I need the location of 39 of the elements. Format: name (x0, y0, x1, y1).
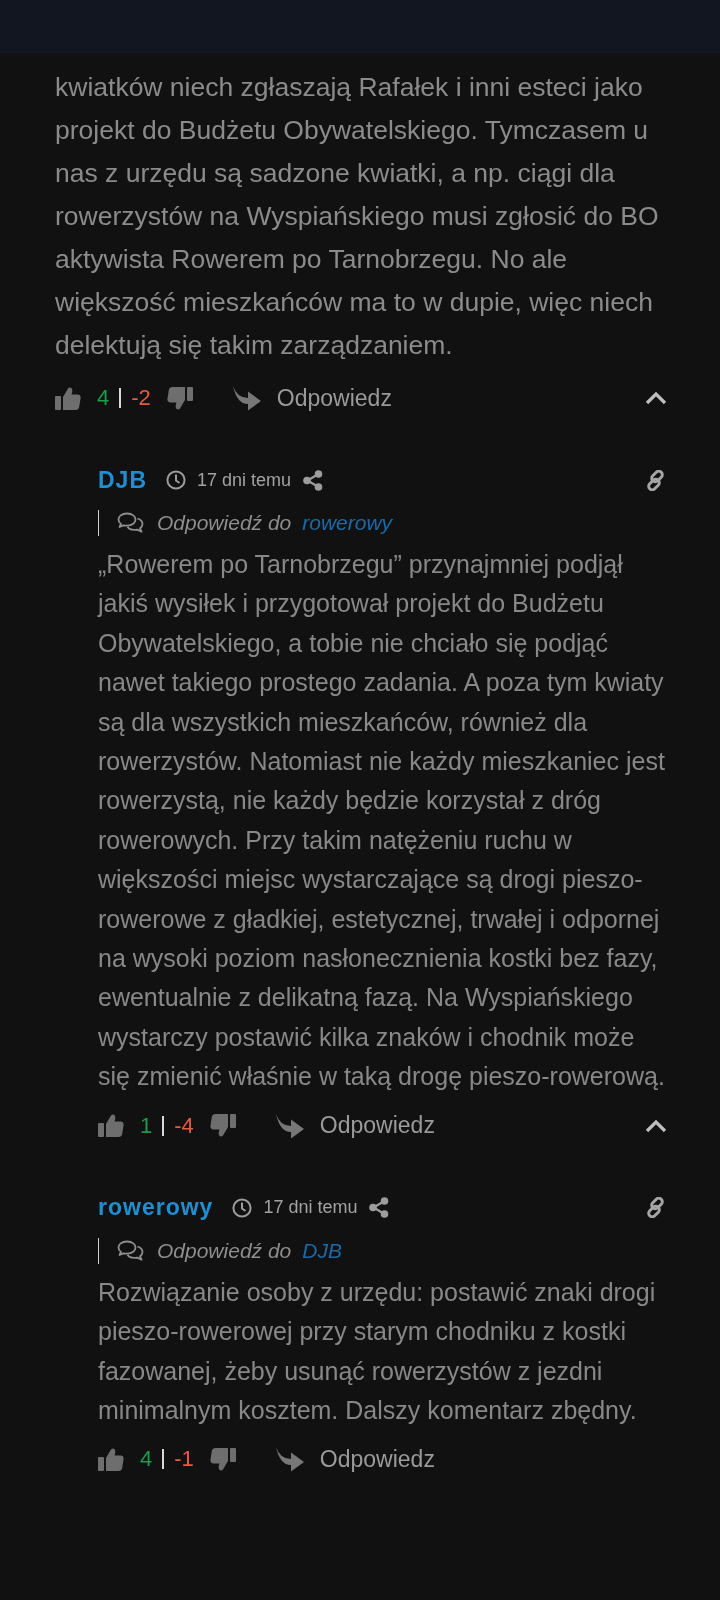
thumbs-down-icon[interactable] (209, 1114, 236, 1138)
reply-arrow-icon (275, 1446, 304, 1473)
comment-text: Rozwiązanie osoby z urzędu: postawić znaki drogi pieszo-rowerowej przy starym chodniku z kostki fazowanej, żeby usunąć rowerzystów z jezdni minimalnym kosztem. Dalszy komentarz zbędny. (98, 1276, 657, 1426)
reply-arrow-icon (275, 1112, 304, 1139)
dislikes-count: -4 (174, 1113, 194, 1138)
reply-button[interactable]: Odpowiedz (275, 1112, 435, 1140)
share-icon[interactable] (369, 1197, 390, 1219)
reply-to-link[interactable]: DJB (302, 1238, 342, 1263)
dislikes-count: -2 (131, 386, 151, 410)
comment-time: 17 dni temu (197, 469, 292, 491)
likes-count: 4 (140, 1447, 153, 1472)
comment-text: „Rowerem po Tarnobrzegu” przynajmniej podjął jakiś wysiłek i przygotował projekt do Budżetu Obywatelskiego, a tobie nie chciało się podjąć nawet takiego prostego zadania. A poza tym kwiaty są dla wszystkich mieszkańców, również dla rowerzystów. Natomiast nie każdy mieszkaniec jest rowerzystą, nie każdy będzie korzystał z dróg rowerowych. Przy takim natężeniu ruchu w większości miejsc wystarczające są drogi pieszo-rowerowe z gładkiej, estetycznej, trwałej i odpornej na wysoki poziom nasłonecznienia kostki bez fazy, ewentualnie z delikatną fazą. Na Wyspiańskiego wystarczy postawić kilka znaków i chodnik może się zmienić właśnie w taką drogę pieszo-rowerową. (98, 549, 666, 1093)
author-name[interactable]: DJB (98, 466, 147, 494)
clock-icon (232, 1197, 253, 1218)
thumbs-up-icon[interactable] (98, 1447, 124, 1471)
chevron-up-icon[interactable] (645, 391, 667, 405)
chevron-up-icon[interactable] (645, 1118, 667, 1133)
comments-icon (117, 1239, 144, 1262)
dislikes-count: -1 (174, 1447, 194, 1472)
reply-button[interactable]: Odpowiedz (232, 384, 392, 412)
thumbs-up-icon[interactable] (55, 386, 81, 410)
likes-count: 4 (97, 386, 110, 410)
reply-to-label: Odpowiedź do (157, 1238, 292, 1263)
thumbs-up-icon[interactable] (98, 1114, 124, 1138)
likes-count: 1 (140, 1113, 153, 1138)
link-icon[interactable] (645, 469, 666, 491)
clock-icon (166, 470, 186, 490)
comment-text: kwiatków niech zgłaszają Rafałek i inni esteci jako projekt do Budżetu Obywatelskiego. Tymczasem u nas z urzędu są sadzone kwiatki, a np. ciągi dla rowerzystów na Wyspiańskiego musi zgłosić do BO aktywista Rowerem po Tarnobrzegu. No ale większość mieszkańców ma to w dupie, więc niech delektują się takim zarządzaniem. (55, 71, 660, 362)
reply-to-label: Odpowiedź do (157, 511, 292, 535)
reply-button[interactable]: Odpowiedz (275, 1445, 435, 1473)
reply-to-link[interactable]: rowerowy (302, 511, 393, 535)
thumbs-down-icon[interactable] (209, 1447, 236, 1471)
comments-icon (117, 512, 144, 534)
comment-time: 17 dni temu (263, 1197, 358, 1219)
share-icon[interactable] (303, 469, 324, 491)
link-icon[interactable] (645, 1197, 666, 1219)
author-name[interactable]: rowerowy (98, 1194, 214, 1222)
thumbs-down-icon[interactable] (166, 386, 193, 410)
reply-arrow-icon (232, 385, 261, 411)
